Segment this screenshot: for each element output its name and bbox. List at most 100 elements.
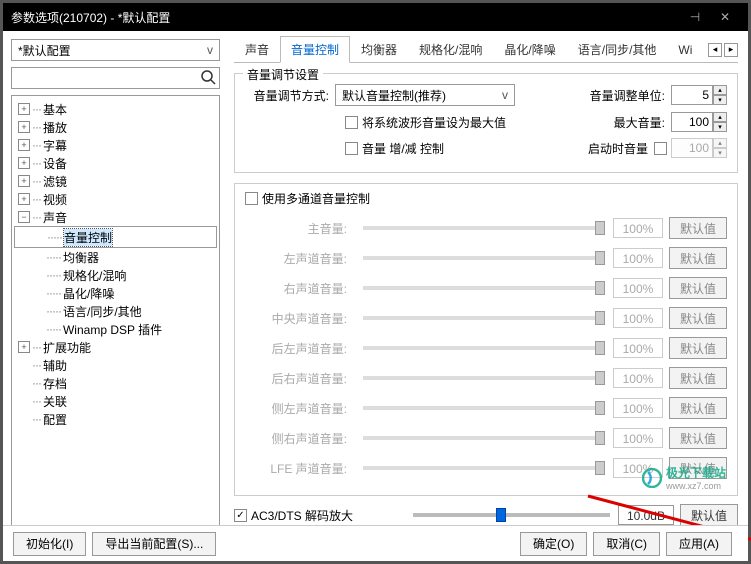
spin-up-icon[interactable]: ▴ <box>713 85 727 95</box>
tree-audio-norm[interactable]: ·····规格化/混响 <box>14 266 217 284</box>
channel-default-button[interactable]: 默认值 <box>669 277 727 299</box>
slider-thumb[interactable] <box>595 311 605 325</box>
search-input[interactable] <box>11 67 220 89</box>
ac3-default-button[interactable]: 默认值 <box>680 504 738 526</box>
cancel-button[interactable]: 取消(C) <box>593 532 660 556</box>
channel-label: 右声道音量: <box>245 280 355 297</box>
tree-audio-eq[interactable]: ·····均衡器 <box>14 248 217 266</box>
channel-row: 后右声道音量: 100% 默认值 <box>245 367 727 389</box>
tab-scroll-right-icon[interactable]: ▸ <box>724 43 738 57</box>
sysmax-checkbox[interactable] <box>345 116 358 129</box>
channel-label: 后左声道音量: <box>245 340 355 357</box>
preset-select[interactable]: *默认配置 v <box>11 39 220 61</box>
gain-checkbox[interactable] <box>345 142 358 155</box>
group-title: 音量调节设置 <box>243 66 323 83</box>
slider-thumb[interactable] <box>496 508 506 522</box>
tree-subtitle[interactable]: +···字幕 <box>14 136 217 154</box>
tab-scroll-left-icon[interactable]: ◂ <box>708 43 722 57</box>
channel-default-button[interactable]: 默认值 <box>669 217 727 239</box>
multichannel-checkbox[interactable] <box>245 192 258 205</box>
startup-checkbox[interactable] <box>654 142 667 155</box>
ac3-slider[interactable] <box>413 513 610 517</box>
tree-ext[interactable]: +···扩展功能 <box>14 338 217 356</box>
volume-settings-group: 音量调节设置 音量调节方式: 默认音量控制(推荐) v 音量调整单位: ▴▾ 将… <box>234 73 738 173</box>
tab-winamp-cut[interactable]: Wi <box>667 38 703 62</box>
search-icon[interactable] <box>200 69 216 88</box>
tab-lang[interactable]: 语言/同步/其他 <box>567 36 668 63</box>
tab-volume[interactable]: 音量控制 <box>280 36 350 63</box>
unit-label: 音量调整单位: <box>590 87 671 104</box>
tree-audio-winamp[interactable]: ·····Winamp DSP 插件 <box>14 320 217 338</box>
category-tree[interactable]: +···基本 +···播放 +···字幕 +···设备 +···滤镜 +···视… <box>11 95 220 535</box>
ok-button[interactable]: 确定(O) <box>520 532 587 556</box>
tree-aux[interactable]: ···辅助 <box>14 356 217 374</box>
channel-default-button[interactable]: 默认值 <box>669 247 727 269</box>
channel-percent: 100% <box>613 248 663 268</box>
spin-up-icon[interactable]: ▴ <box>713 112 727 122</box>
spin-down-icon[interactable]: ▾ <box>713 95 727 105</box>
slider-thumb[interactable] <box>595 431 605 445</box>
channel-percent: 100% <box>613 428 663 448</box>
channel-slider[interactable] <box>363 466 605 470</box>
channel-percent: 100% <box>613 368 663 388</box>
export-button[interactable]: 导出当前配置(S)... <box>92 532 216 556</box>
tab-norm[interactable]: 规格化/混响 <box>408 36 493 63</box>
channel-slider[interactable] <box>363 376 605 380</box>
channel-slider[interactable] <box>363 346 605 350</box>
channel-slider[interactable] <box>363 256 605 260</box>
tree-assoc[interactable]: ···关联 <box>14 392 217 410</box>
multichannel-label: 使用多通道音量控制 <box>262 190 370 207</box>
max-label: 最大音量: <box>614 114 671 131</box>
slider-thumb[interactable] <box>595 341 605 355</box>
startup-spinner[interactable]: ▴▾ <box>671 138 727 158</box>
channel-slider[interactable] <box>363 436 605 440</box>
channel-default-button[interactable]: 默认值 <box>669 367 727 389</box>
tab-eq[interactable]: 均衡器 <box>350 36 408 63</box>
tree-audio-lang[interactable]: ·····语言/同步/其他 <box>14 302 217 320</box>
slider-thumb[interactable] <box>595 401 605 415</box>
sysmax-label: 将系统波形音量设为最大值 <box>362 114 506 131</box>
channel-slider[interactable] <box>363 316 605 320</box>
channel-default-button[interactable]: 默认值 <box>669 307 727 329</box>
channel-slider[interactable] <box>363 406 605 410</box>
tree-config[interactable]: ···配置 <box>14 410 217 428</box>
pin-icon[interactable]: ⊣ <box>680 10 710 24</box>
channel-default-button[interactable]: 默认值 <box>669 337 727 359</box>
method-select[interactable]: 默认音量控制(推荐) v <box>335 84 515 106</box>
tab-sound[interactable]: 声音 <box>234 36 280 63</box>
channel-row: 左声道音量: 100% 默认值 <box>245 247 727 269</box>
slider-thumb[interactable] <box>595 461 605 475</box>
tree-audio-volume[interactable]: ·····音量控制 <box>14 226 217 248</box>
channel-row: 中央声道音量:100%默认值 <box>245 307 727 329</box>
tab-crystal[interactable]: 晶化/降噪 <box>493 36 566 63</box>
apply-button[interactable]: 应用(A) <box>666 532 732 556</box>
channel-percent: 100% <box>613 308 663 328</box>
slider-thumb[interactable] <box>595 281 605 295</box>
unit-spinner[interactable]: ▴▾ <box>671 85 727 105</box>
tree-filter[interactable]: +···滤镜 <box>14 172 217 190</box>
channel-slider[interactable] <box>363 226 605 230</box>
spin-down-icon[interactable]: ▾ <box>713 122 727 132</box>
tree-basic[interactable]: +···基本 <box>14 100 217 118</box>
tree-play[interactable]: +···播放 <box>14 118 217 136</box>
slider-thumb[interactable] <box>595 251 605 265</box>
tree-video[interactable]: +···视频 <box>14 190 217 208</box>
channel-default-button[interactable]: 默认值 <box>669 427 727 449</box>
tree-arch[interactable]: ···存档 <box>14 374 217 392</box>
channel-label: 后右声道音量: <box>245 370 355 387</box>
slider-thumb[interactable] <box>595 371 605 385</box>
ac3-checkbox[interactable]: ✓ <box>234 509 247 522</box>
channel-slider[interactable] <box>363 286 605 290</box>
titlebar: 参数选项(210702) - *默认配置 ⊣ ✕ <box>3 3 748 31</box>
startup-label: 启动时音量 <box>588 140 654 157</box>
channel-label: 左声道音量: <box>245 250 355 267</box>
channel-default-button[interactable]: 默认值 <box>669 397 727 419</box>
chevron-down-icon: v <box>502 88 508 102</box>
tree-device[interactable]: +···设备 <box>14 154 217 172</box>
slider-thumb[interactable] <box>595 221 605 235</box>
close-icon[interactable]: ✕ <box>710 10 740 24</box>
tree-audio-crystal[interactable]: ·····晶化/降噪 <box>14 284 217 302</box>
max-spinner[interactable]: ▴▾ <box>671 112 727 132</box>
init-button[interactable]: 初始化(I) <box>13 532 86 556</box>
tree-audio[interactable]: −···声音 <box>14 208 217 226</box>
